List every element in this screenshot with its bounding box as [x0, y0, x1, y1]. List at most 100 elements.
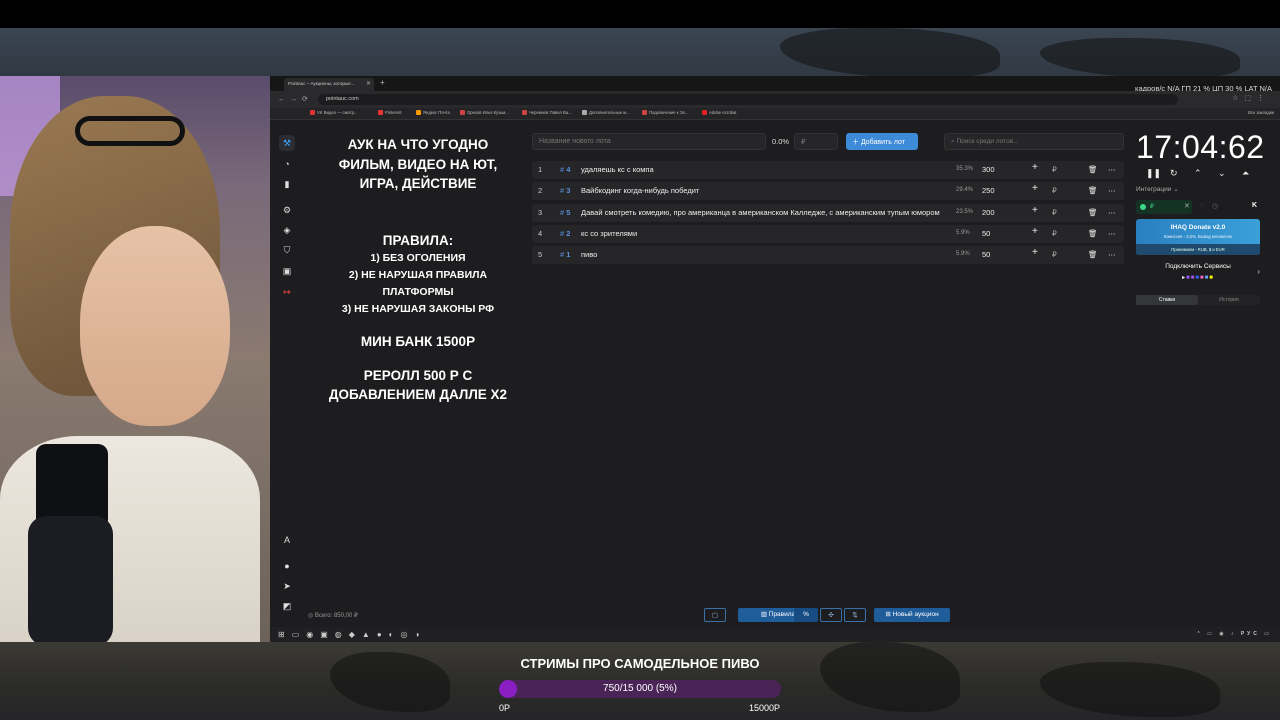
- new-lot-input[interactable]: Название нового лота: [532, 133, 766, 150]
- circle-icon[interactable]: ◌: [1200, 202, 1204, 209]
- bookmark-item[interactable]: Adobe Acrobat: [702, 110, 736, 115]
- delete-icon[interactable]: 🗑: [1088, 165, 1098, 174]
- delete-icon[interactable]: 🗑: [1088, 208, 1098, 217]
- integrations-toggle[interactable]: Интеграции ⌄: [1136, 185, 1179, 193]
- chevron-down-icon[interactable]: ⌄: [1218, 168, 1226, 179]
- bookmark-item[interactable]: Орехов Илья Кузьм...: [460, 110, 509, 115]
- grid-icon: ⊞: [885, 611, 893, 618]
- lot-name[interactable]: Давай смотреть комедию, про американца в…: [581, 208, 951, 217]
- stats-icon[interactable]: ▮: [279, 176, 295, 192]
- lot-amount[interactable]: 200: [982, 208, 995, 217]
- move-icon[interactable]: ✣: [820, 608, 842, 622]
- bookmark-label: Яндекс Почта: [423, 110, 450, 115]
- layers-icon[interactable]: ◈: [279, 222, 295, 238]
- taskbar-app-icons[interactable]: ⊞▭◉▣◍◆▲●◐◎◑: [278, 630, 426, 639]
- new-lot-amount-input[interactable]: ₽: [794, 133, 838, 150]
- delete-icon[interactable]: 🗑: [1088, 250, 1098, 259]
- connect-services[interactable]: Подключить Сервисы ▸■■■■■■ ›: [1136, 263, 1260, 281]
- reset-icon[interactable]: ↻: [1170, 168, 1178, 179]
- ruble-icon: ₽: [1150, 204, 1154, 210]
- close-tab-icon[interactable]: ✕: [366, 80, 371, 87]
- donate-subtitle: Комиссия - 3,5%, Вывод мгновенно: [1163, 234, 1233, 239]
- lot-name[interactable]: Вайбкодинг когда-нибудь победит: [581, 186, 951, 195]
- close-icon[interactable]: ✕: [1184, 202, 1190, 210]
- all-bookmarks[interactable]: Все закладки: [1248, 110, 1274, 115]
- add-amount-icon[interactable]: +: [1032, 205, 1038, 216]
- lot-amount[interactable]: 300: [982, 165, 995, 174]
- donate-currencies: Принимаем - RUB, $ и EUR: [1136, 244, 1260, 255]
- browser-action-icons[interactable]: ☆⬚⋮: [1232, 94, 1270, 102]
- more-icon[interactable]: ⋯: [1108, 229, 1116, 238]
- bookmark-item[interactable]: VK Видео — смотр...: [310, 110, 357, 115]
- lot-row[interactable]: 2 # 3 Вайбкодинг когда-нибудь победит 29…: [532, 182, 1124, 201]
- wheel-icon[interactable]: ◔: [279, 156, 295, 172]
- chevron-down-icon: ⌄: [1173, 186, 1179, 193]
- clock-icon[interactable]: ◷: [1212, 202, 1218, 210]
- pause-icon[interactable]: ❚❚: [1146, 168, 1161, 179]
- tab-bids[interactable]: Ставки: [1136, 295, 1198, 305]
- github-icon[interactable]: ●: [279, 558, 295, 574]
- lot-id-value: 5: [566, 207, 571, 217]
- logout-icon[interactable]: ↦: [279, 284, 295, 300]
- bookmark-item[interactable]: Яндекс Почта: [416, 110, 450, 115]
- lot-name[interactable]: пиво: [581, 250, 951, 259]
- lot-row[interactable]: 3 # 5 Давай смотреть комедию, про америк…: [532, 203, 1124, 222]
- bookmark-item[interactable]: Подключение к Эл...: [642, 110, 689, 115]
- bookmark-label: Орехов Илья Кузьм...: [467, 110, 509, 115]
- delete-icon[interactable]: 🗑: [1088, 229, 1098, 238]
- system-tray[interactable]: ^ ▭ ◉ ♪ РУС ▭: [1197, 631, 1272, 637]
- donation-goal-text: 750/15 000 (5%): [603, 683, 677, 694]
- lot-row[interactable]: 5 # 1 пиво 5.9% 50 + ₽ 🗑 ⋯: [532, 246, 1124, 265]
- lot-name[interactable]: кс со зрителями: [581, 229, 951, 238]
- telegram-icon[interactable]: ➤: [279, 578, 295, 594]
- windows-taskbar: ⊞▭◉▣◍◆▲●◐◎◑ ^ ▭ ◉ ♪ РУС ▭: [270, 627, 1280, 642]
- rules-title-1: АУК НА ЧТО УГОДНО: [347, 137, 489, 152]
- auction-hammer-icon[interactable]: ⚒: [279, 135, 295, 151]
- bookmark-item[interactable]: Pinterest: [378, 110, 402, 115]
- kick-icon[interactable]: K: [1252, 202, 1257, 209]
- nav-buttons[interactable]: ←→⟳: [278, 95, 313, 103]
- user-icon[interactable]: ◩: [279, 598, 295, 614]
- translate-icon[interactable]: A: [279, 532, 295, 548]
- new-auction-button[interactable]: ⊞ Новый аукцион: [874, 608, 950, 622]
- chevron-up-icon[interactable]: ⌃: [1194, 168, 1202, 179]
- new-auction-label: Новый аукцион: [892, 611, 939, 618]
- ruble-icon: ₽: [1052, 228, 1057, 238]
- eye-off-icon[interactable]: ◎: [308, 613, 315, 619]
- lot-amount[interactable]: 250: [982, 186, 995, 195]
- tab-history[interactable]: История: [1198, 297, 1260, 303]
- lot-row[interactable]: 4 # 2 кс со зрителями 5.9% 50 + ₽ 🗑 ⋯: [532, 224, 1124, 243]
- add-lot-button[interactable]: ＋ Добавить лот: [846, 133, 918, 150]
- ruble-icon: ₽: [1052, 186, 1057, 196]
- sort-icon[interactable]: ⇅: [844, 608, 866, 622]
- donate-banner[interactable]: IHAQ Donate v2.0 Комиссия - 3,5%, Вывод …: [1136, 219, 1260, 255]
- double-up-icon[interactable]: ⏶: [1242, 168, 1249, 179]
- more-icon[interactable]: ⋯: [1108, 250, 1116, 259]
- bookmark-item[interactable]: Черемнов Павел Ва...: [522, 110, 572, 115]
- chevron-right-icon[interactable]: ›: [1257, 267, 1260, 276]
- add-amount-icon[interactable]: +: [1032, 162, 1038, 173]
- bookmark-item[interactable]: Дополнительные м...: [582, 110, 630, 115]
- new-tab-icon[interactable]: +: [380, 78, 385, 87]
- more-icon[interactable]: ⋯: [1108, 186, 1116, 195]
- percent-toggle-icon[interactable]: %: [794, 608, 818, 622]
- settings-gear-icon[interactable]: ⚙: [279, 202, 295, 218]
- more-icon[interactable]: ⋯: [1108, 208, 1116, 217]
- donation-integration[interactable]: ₽ ✕: [1136, 200, 1192, 214]
- bids-history-tabs: Ставки История: [1136, 295, 1260, 305]
- more-icon[interactable]: ⋯: [1108, 165, 1116, 174]
- delete-icon[interactable]: 🗑: [1088, 186, 1098, 195]
- url-field[interactable]: pointauc.com: [318, 94, 1178, 105]
- lot-row[interactable]: 1 # 4 удаляешь кс с компа 35.3% 300 + ₽ …: [532, 161, 1124, 179]
- fullscreen-icon[interactable]: ▢: [704, 608, 726, 622]
- browser-tab[interactable]: Pointauc – Аукционы, которые... ✕: [284, 78, 374, 91]
- add-amount-icon[interactable]: +: [1032, 183, 1038, 194]
- add-amount-icon[interactable]: +: [1032, 247, 1038, 258]
- add-amount-icon[interactable]: +: [1032, 226, 1038, 237]
- lot-amount[interactable]: 50: [982, 229, 990, 238]
- lot-search-input[interactable]: ⌕ Поиск среди лотов...: [944, 133, 1124, 150]
- shield-icon[interactable]: ⛉: [279, 242, 295, 258]
- lot-name[interactable]: удаляешь кс с компа: [581, 165, 951, 174]
- lot-amount[interactable]: 50: [982, 250, 990, 259]
- history-icon[interactable]: ▣: [279, 263, 295, 279]
